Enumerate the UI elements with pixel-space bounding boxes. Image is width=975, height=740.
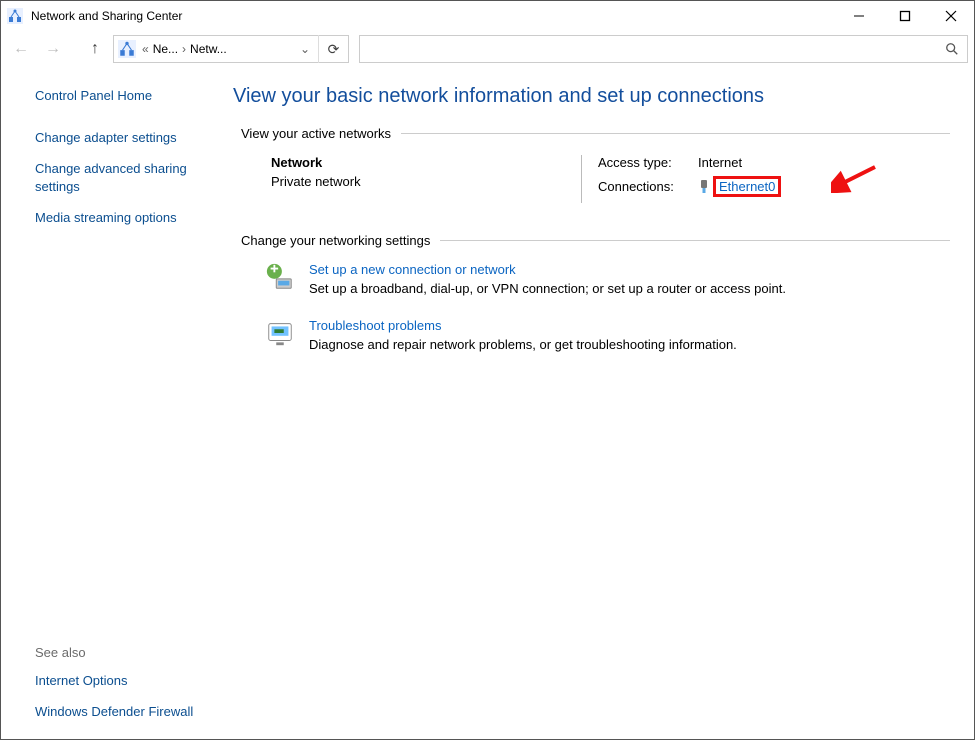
- active-networks-header: View your active networks: [241, 126, 950, 141]
- main-pane: View your basic network information and …: [221, 67, 974, 739]
- network-name: Network: [271, 155, 581, 170]
- nav-row: ← → ↑ « Ne... › Netw... ⌄ ⟳: [1, 31, 974, 67]
- firewall-link[interactable]: Windows Defender Firewall: [35, 703, 209, 721]
- maximize-button[interactable]: [882, 1, 928, 31]
- troubleshoot-icon: [265, 318, 295, 348]
- forward-button[interactable]: →: [39, 35, 67, 63]
- change-advanced-sharing-link[interactable]: Change advanced sharing settings: [35, 160, 209, 195]
- ethernet-highlight: Ethernet0: [713, 176, 781, 197]
- troubleshoot-link[interactable]: Troubleshoot problems: [309, 318, 737, 333]
- callout-arrow-icon: [831, 163, 879, 193]
- title-bar: Network and Sharing Center: [1, 1, 974, 31]
- setup-connection-link[interactable]: Set up a new connection or network: [309, 262, 786, 277]
- change-settings-label: Change your networking settings: [241, 233, 430, 248]
- close-button[interactable]: [928, 1, 974, 31]
- internet-options-link[interactable]: Internet Options: [35, 672, 209, 690]
- address-icon: [118, 40, 136, 58]
- network-type: Private network: [271, 174, 581, 189]
- change-settings-header: Change your networking settings: [241, 233, 950, 248]
- setup-connection-icon: [265, 262, 295, 292]
- setup-connection-desc: Set up a broadband, dial-up, or VPN conn…: [309, 281, 786, 296]
- see-also-label: See also: [35, 645, 209, 660]
- search-icon[interactable]: [937, 36, 967, 62]
- access-type-label: Access type:: [598, 155, 698, 170]
- page-heading: View your basic network information and …: [233, 85, 950, 108]
- connections-label: Connections:: [598, 179, 698, 194]
- app-icon: [7, 8, 23, 24]
- search-box[interactable]: [359, 35, 968, 63]
- breadcrumb-seg-1[interactable]: Ne...: [151, 42, 180, 56]
- ethernet-link[interactable]: Ethernet0: [719, 179, 775, 194]
- vertical-divider: [581, 155, 582, 203]
- address-bar[interactable]: « Ne... › Netw... ⌄ ⟳: [113, 35, 349, 63]
- setup-connection-item: Set up a new connection or network Set u…: [265, 262, 950, 296]
- troubleshoot-item: Troubleshoot problems Diagnose and repai…: [265, 318, 950, 352]
- refresh-button[interactable]: ⟳: [318, 35, 348, 63]
- divider: [401, 133, 950, 134]
- active-networks-label: View your active networks: [241, 126, 391, 141]
- divider: [440, 240, 950, 241]
- window-title: Network and Sharing Center: [31, 9, 836, 23]
- breadcrumb-seg-2[interactable]: Netw...: [188, 42, 229, 56]
- address-dropdown[interactable]: ⌄: [292, 42, 318, 56]
- up-button[interactable]: ↑: [81, 35, 109, 63]
- breadcrumb-prefix[interactable]: «: [140, 42, 151, 56]
- minimize-button[interactable]: [836, 1, 882, 31]
- ethernet-icon: [698, 180, 710, 194]
- media-streaming-options-link[interactable]: Media streaming options: [35, 209, 209, 227]
- control-panel-home-link[interactable]: Control Panel Home: [35, 87, 209, 105]
- troubleshoot-desc: Diagnose and repair network problems, or…: [309, 337, 737, 352]
- change-adapter-settings-link[interactable]: Change adapter settings: [35, 129, 209, 147]
- left-nav: Control Panel Home Change adapter settin…: [1, 67, 221, 739]
- access-type-value: Internet: [698, 155, 742, 170]
- chevron-right-icon: ›: [180, 42, 188, 56]
- search-input[interactable]: [360, 36, 937, 62]
- back-button[interactable]: ←: [7, 35, 35, 63]
